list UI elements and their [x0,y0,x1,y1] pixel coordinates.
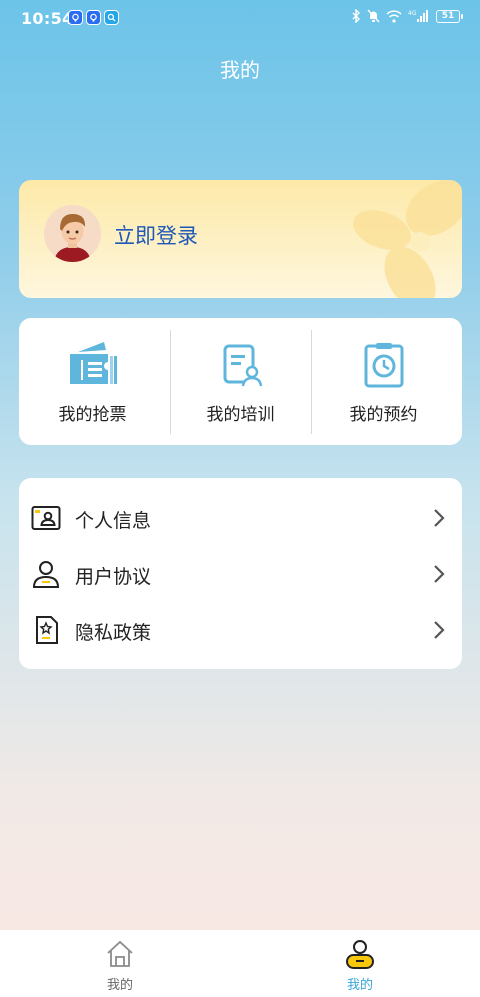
menu-item-label: 隐私政策 [75,622,152,644]
clock-clipboard-icon [364,343,403,388]
menu-item-user-agreement[interactable]: 用户协议 [19,549,462,599]
tab-label: 我的 [106,978,133,993]
my-training-button[interactable]: 我的培训 [167,318,314,445]
chevron-right-icon [434,565,445,583]
battery-icon: 51 [436,9,463,23]
wifi-icon [386,9,402,23]
ticket-icon [69,342,117,384]
app-notification-icon [68,10,83,25]
tab-home[interactable]: 我的 [60,930,180,997]
chevron-right-icon [434,621,445,639]
profile-icon [346,940,374,969]
flower-decoration [353,180,462,298]
training-doc-icon [223,344,262,387]
home-icon [107,940,133,967]
id-card-icon [31,506,61,530]
avatar[interactable] [44,205,101,262]
menu-item-label: 个人信息 [75,510,152,532]
menu-item-personal-info[interactable]: 个人信息 [19,493,462,543]
menu-item-privacy-policy[interactable]: 隐私政策 [19,605,462,655]
quick-actions-card: 我的抢票 我的培训 我的预约 [19,318,462,445]
user-icon [32,561,60,588]
page-title: 我的 [220,58,260,82]
status-bar: 10:54 4G 51 [0,0,480,38]
privacy-doc-icon [36,616,58,644]
quick-action-label: 我的抢票 [58,405,127,425]
mute-bell-icon [367,9,380,23]
login-card[interactable]: 立即登录 [19,180,462,298]
quick-action-label: 我的预约 [349,405,418,425]
app-notification-icon [86,10,101,25]
bottom-tab-bar: 我的 我的 [0,930,480,997]
login-link[interactable]: 立即登录 [114,220,198,250]
chevron-right-icon [434,509,445,527]
search-app-icon [104,10,119,25]
tab-label: 我的 [346,978,373,993]
status-app-icons [68,10,119,25]
my-reservations-button[interactable]: 我的预约 [310,318,457,445]
menu-item-label: 用户协议 [75,566,152,588]
cellular-signal-icon: 4G [408,10,428,22]
svg-text:4G: 4G [408,10,417,17]
quick-action-label: 我的培训 [206,405,275,425]
status-time: 10:54 [21,9,74,28]
status-indicators: 4G 51 [352,9,463,23]
bluetooth-icon [352,9,360,23]
my-tickets-button[interactable]: 我的抢票 [19,318,166,445]
menu-card: 个人信息 用户协议 隐私政策 [19,478,462,669]
tab-profile[interactable]: 我的 [300,930,420,997]
